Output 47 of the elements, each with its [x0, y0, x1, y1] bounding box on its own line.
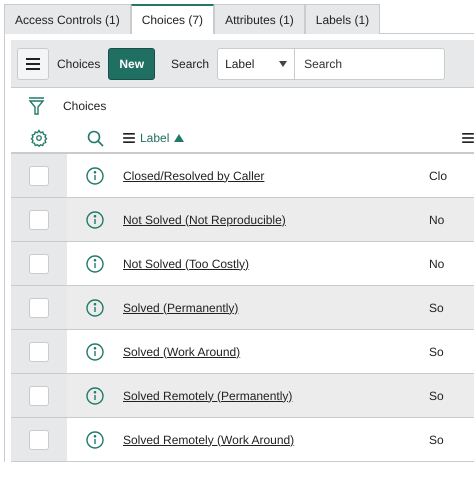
table-cell-text: So [429, 388, 444, 404]
record-link[interactable]: Solved (Work Around) [123, 342, 429, 360]
dropdown-caret-icon [279, 60, 288, 66]
field-select[interactable]: Label [217, 48, 296, 80]
info-icon[interactable] [86, 342, 104, 360]
search-field[interactable]: Search [295, 48, 446, 80]
info-icon[interactable] [86, 386, 104, 404]
record-link[interactable]: Solved Remotely (Work Around) [123, 430, 429, 448]
new-button[interactable]: New [108, 48, 156, 80]
settings-icon[interactable] [30, 129, 48, 147]
column-header[interactable]: Label [123, 129, 461, 147]
filter-label: Choices [63, 98, 106, 115]
table-cell-text: So [429, 300, 444, 316]
menu-button[interactable] [17, 48, 49, 80]
info-icon[interactable] [86, 254, 104, 272]
row-checkbox[interactable] [29, 298, 49, 318]
row-checkbox[interactable] [29, 210, 49, 230]
record-link[interactable]: Not Solved (Not Reproducible) [123, 210, 429, 228]
filter-icon[interactable] [28, 96, 45, 116]
row-checkbox[interactable] [29, 254, 49, 274]
table-cell-text: No [429, 212, 444, 228]
info-icon[interactable] [86, 210, 104, 228]
record-link[interactable]: Not Solved (Too Costly) [123, 254, 429, 272]
row-checkbox[interactable] [29, 166, 49, 186]
tab[interactable]: Choices (7) [130, 4, 214, 34]
search-icon[interactable] [86, 130, 104, 146]
row-checkbox[interactable] [29, 342, 49, 362]
row-checkbox[interactable] [29, 430, 49, 450]
info-icon[interactable] [86, 430, 104, 448]
info-icon[interactable] [86, 166, 104, 184]
column-menu-icon [123, 133, 135, 143]
tab[interactable]: Labels (1) [304, 4, 380, 34]
table-cell-text: So [429, 432, 444, 448]
info-icon[interactable] [86, 298, 104, 316]
record-link[interactable]: Solved Remotely (Permanently) [123, 386, 429, 404]
table-cell-text: No [429, 256, 444, 272]
tab[interactable]: Access Controls (1) [4, 4, 131, 34]
tab[interactable]: Attributes (1) [214, 4, 305, 34]
table-cell-text: So [429, 344, 444, 360]
record-link[interactable]: Closed/Resolved by Caller [123, 166, 429, 184]
column-menu-icon [461, 133, 474, 143]
search-label: Search [171, 56, 210, 72]
list-title: Choices [57, 56, 100, 72]
table-cell-text: Clo [429, 168, 448, 184]
record-link[interactable]: Solved (Permanently) [123, 298, 429, 316]
menu-icon [26, 58, 40, 70]
row-checkbox[interactable] [29, 386, 49, 406]
